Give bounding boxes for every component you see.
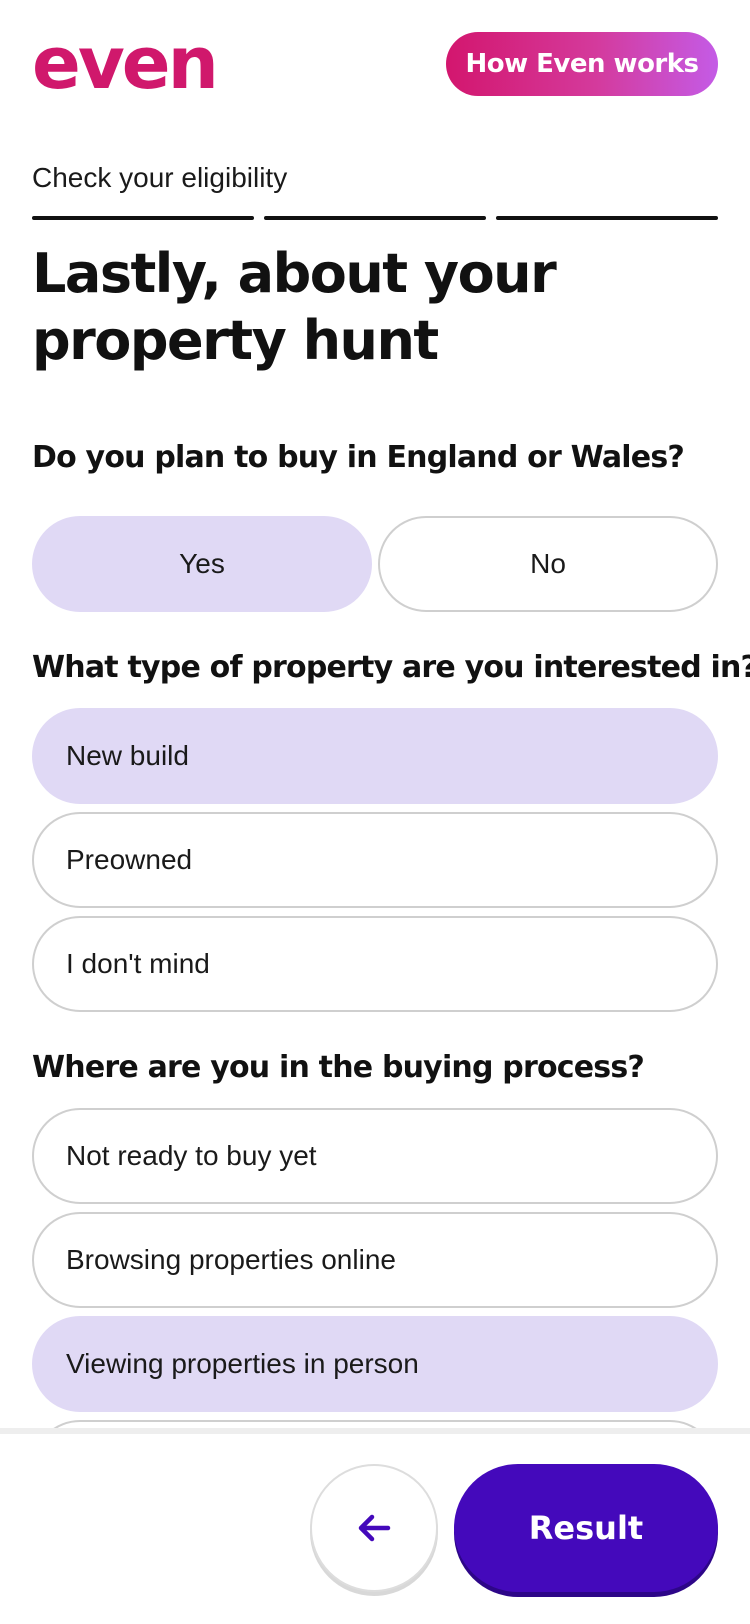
eyebrow-label: Check your eligibility: [32, 162, 288, 193]
option-new-build[interactable]: New build: [32, 708, 718, 804]
option-dont-mind[interactable]: I don't mind: [32, 916, 718, 1012]
progress-bar: [32, 216, 718, 220]
progress-step-1: [32, 216, 254, 220]
option-yes[interactable]: Yes: [32, 516, 372, 612]
header: even How Even works: [0, 0, 750, 130]
progress-step-2: [264, 216, 486, 220]
option-viewing-in-person[interactable]: Viewing properties in person: [32, 1316, 718, 1412]
option-no[interactable]: No: [378, 516, 718, 612]
even-logo[interactable]: even: [32, 27, 219, 99]
question-buying-process: Where are you in the buying process?: [32, 1050, 645, 1085]
how-even-works-button[interactable]: How Even works: [446, 32, 718, 96]
question-property-type: What type of property are you interested…: [32, 650, 750, 685]
option-not-ready[interactable]: Not ready to buy yet: [32, 1108, 718, 1204]
option-preowned[interactable]: Preowned: [32, 812, 718, 908]
page-title: Lastly, about your property hunt: [32, 242, 557, 372]
arrow-left-icon: [358, 1514, 391, 1542]
option-browsing-online[interactable]: Browsing properties online: [32, 1212, 718, 1308]
result-button[interactable]: Result: [454, 1464, 718, 1592]
question-location: Do you plan to buy in England or Wales?: [32, 440, 685, 475]
back-button[interactable]: [310, 1464, 438, 1592]
progress-step-3: [496, 216, 718, 220]
